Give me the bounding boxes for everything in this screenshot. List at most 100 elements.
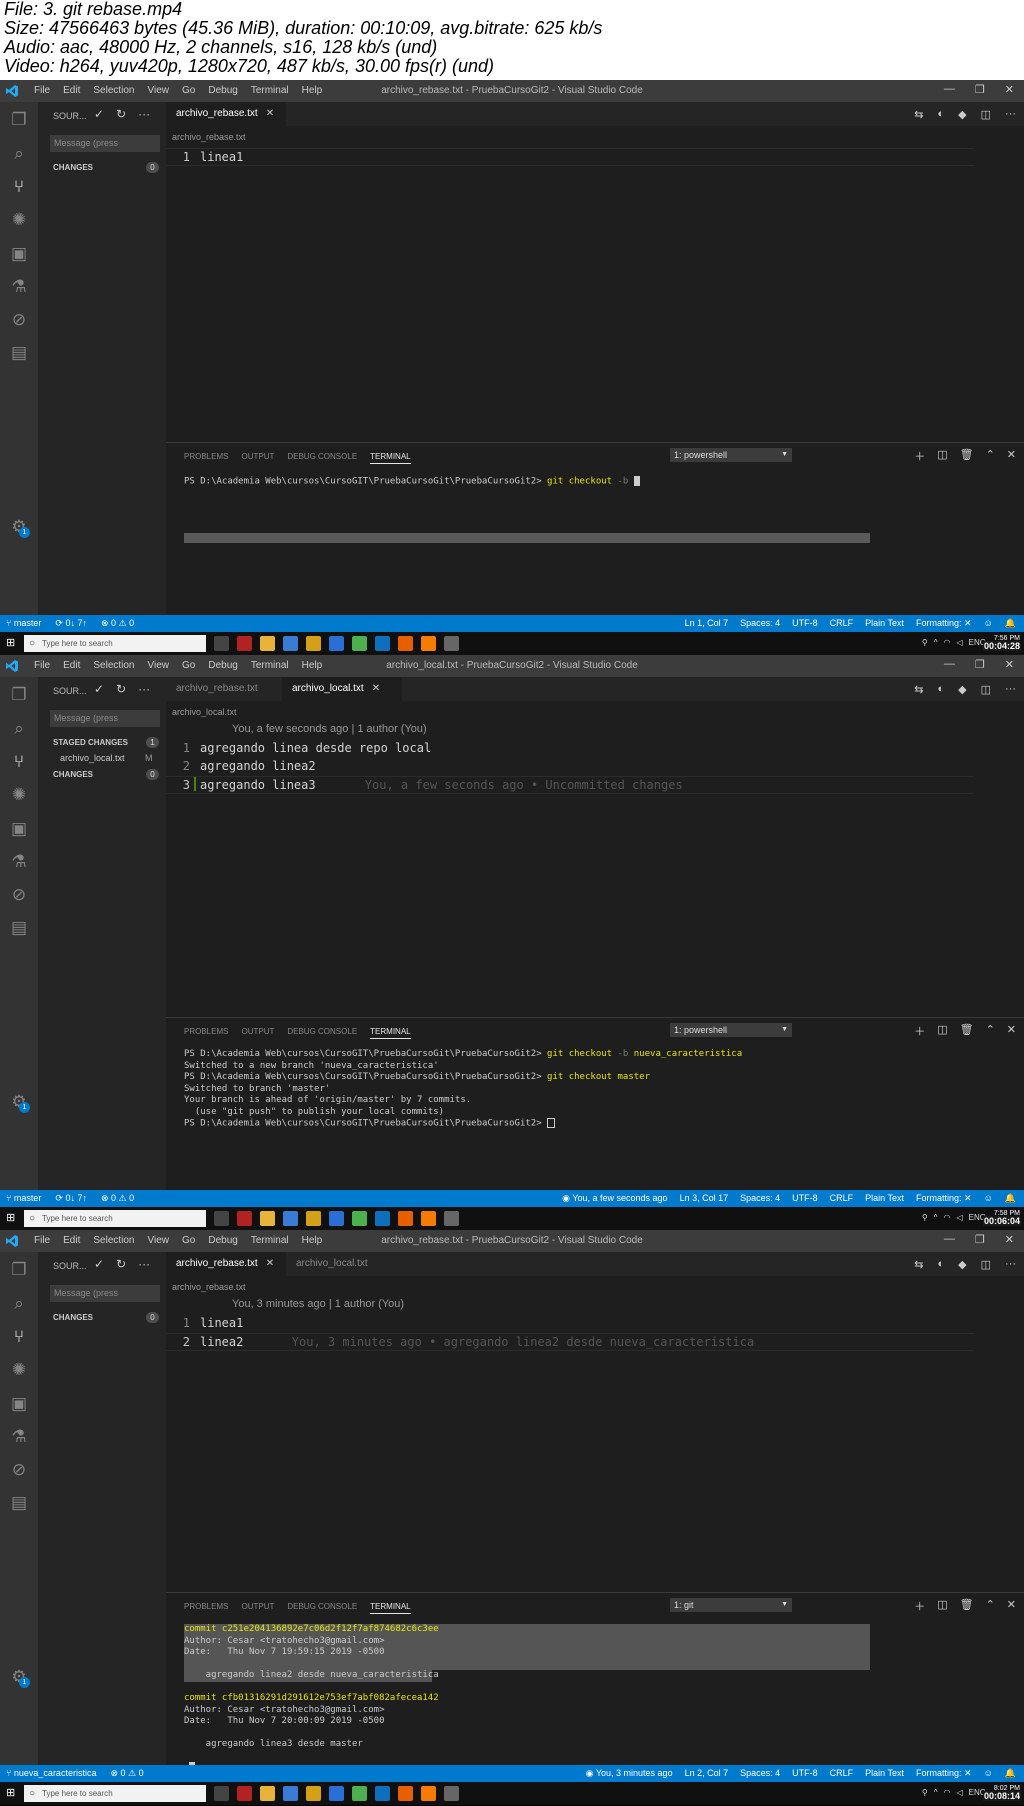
taskbar-search-input[interactable]: ○ Type here to search xyxy=(24,1210,206,1227)
chrome-icon[interactable] xyxy=(352,1786,367,1801)
shell-select[interactable]: 1: powershell ▼ xyxy=(670,1023,792,1037)
panel-tab-problems[interactable]: PROBLEMS xyxy=(184,1027,228,1039)
debug-icon[interactable]: ✺ xyxy=(9,210,29,230)
staged-changes-header[interactable]: STAGED CHANGES xyxy=(53,738,128,747)
refresh-icon[interactable]: ↻ xyxy=(116,107,126,121)
filezilla-icon[interactable] xyxy=(237,1786,252,1801)
close-window-icon[interactable]: ✕ xyxy=(1005,83,1014,96)
split-terminal-icon[interactable]: ◫ xyxy=(937,1598,947,1614)
more-icon[interactable]: ··· xyxy=(138,682,150,696)
diff-icon[interactable]: ◆ xyxy=(958,108,966,121)
source-control-icon[interactable]: ⑂ xyxy=(9,177,29,197)
tray-volume-icon[interactable]: ◁ xyxy=(957,638,963,647)
status-encoding[interactable]: UTF-8 xyxy=(792,1765,818,1782)
tray-person-icon[interactable]: ⚲ xyxy=(922,1213,928,1222)
notification-bell-icon[interactable]: 🔔 xyxy=(1005,615,1016,632)
close-tab-icon[interactable]: ✕ xyxy=(372,683,380,694)
vscode-taskbar-icon[interactable] xyxy=(375,636,390,651)
more-actions-icon[interactable]: ··· xyxy=(1005,108,1016,121)
file-explorer-icon[interactable] xyxy=(260,1211,275,1226)
status-branch-item[interactable]: ⑂ master xyxy=(6,615,41,632)
more-actions-icon[interactable]: ··· xyxy=(1005,683,1016,696)
panel-tab-debug-console[interactable]: DEBUG CONSOLE xyxy=(287,452,357,464)
compare-icon[interactable]: ⇆ xyxy=(914,683,923,696)
source-control-icon[interactable]: ⑂ xyxy=(9,752,29,772)
status-blame[interactable]: ◉ You, a few seconds ago xyxy=(562,1190,667,1207)
status-language[interactable]: Plain Text xyxy=(865,615,904,632)
task-view-icon[interactable] xyxy=(214,1786,229,1801)
test-icon[interactable]: ⚗ xyxy=(9,852,29,872)
vlc-icon[interactable] xyxy=(421,1786,436,1801)
terminal-scrollbar[interactable] xyxy=(184,533,870,543)
file-explorer-icon[interactable] xyxy=(260,1786,275,1801)
status-spaces[interactable]: Spaces: 4 xyxy=(740,1190,780,1207)
status-problems[interactable]: ⊗ 0 ⚠ 0 xyxy=(110,1765,143,1782)
changes-header[interactable]: CHANGES xyxy=(53,770,93,779)
status-branch[interactable]: nueva_caracteristica xyxy=(14,1768,97,1778)
git-history-icon[interactable]: ⊘ xyxy=(9,310,29,330)
staged-file-item[interactable]: archivo_local.txt M xyxy=(60,753,153,763)
panel-tab-terminal[interactable]: TERMINAL xyxy=(370,1602,411,1614)
vlc-icon[interactable] xyxy=(421,1211,436,1226)
editor-tab[interactable]: archivo_rebase.txt xyxy=(166,677,282,701)
trash-icon[interactable]: 🗑 xyxy=(960,1023,974,1039)
panel-tab-terminal[interactable]: TERMINAL xyxy=(370,452,411,464)
smiley-feedback-icon[interactable]: ☺ xyxy=(984,1765,993,1782)
panel-tab-debug-console[interactable]: DEBUG CONSOLE xyxy=(287,1602,357,1614)
taskbar-search-input[interactable]: ○ Type here to search xyxy=(24,635,206,652)
windows-start-icon[interactable]: ⊞ xyxy=(6,637,18,649)
file-explorer-icon[interactable] xyxy=(260,636,275,651)
panel-tab-output[interactable]: OUTPUT xyxy=(241,1027,274,1039)
status-branch-item[interactable]: ⑂ nueva_caracteristica xyxy=(6,1765,96,1782)
photos-icon[interactable] xyxy=(329,1786,344,1801)
git-lens-icon[interactable]: ◐ xyxy=(937,108,944,121)
status-formatting[interactable]: Formatting: ✕ xyxy=(916,1190,972,1207)
new-terminal-icon[interactable]: ＋ xyxy=(914,448,925,464)
status-sync[interactable]: ⟳ 0↓ 7↑ xyxy=(55,1190,87,1207)
breadcrumb[interactable]: archivo_rebase.txt xyxy=(172,1282,246,1292)
obs-icon[interactable] xyxy=(444,1786,459,1801)
tray-volume-icon[interactable]: ◁ xyxy=(957,1788,963,1797)
git-history-icon[interactable]: ⊘ xyxy=(9,885,29,905)
taskbar-search-input[interactable]: ○ Type here to search xyxy=(24,1785,206,1802)
editor-tab[interactable]: archivo_rebase.txt ✕ xyxy=(166,102,286,126)
split-editor-icon[interactable]: ◫ xyxy=(981,108,991,121)
photos-icon[interactable] xyxy=(329,1211,344,1226)
code-line[interactable]: 1 agregando linea desde repo local xyxy=(166,740,974,756)
tray-chevron-icon[interactable]: ^ xyxy=(934,638,938,647)
status-eol[interactable]: CRLF xyxy=(830,615,854,632)
more-actions-icon[interactable]: ··· xyxy=(1005,1258,1016,1271)
notebook-icon[interactable]: ▤ xyxy=(9,1493,29,1513)
tray-volume-icon[interactable]: ◁ xyxy=(957,1213,963,1222)
split-editor-icon[interactable]: ◫ xyxy=(981,683,991,696)
git-lens-icon[interactable]: ◐ xyxy=(937,1258,944,1271)
code-line[interactable]: 1 linea1 xyxy=(166,148,974,166)
extensions-icon[interactable]: ▣ xyxy=(9,819,29,839)
minimize-icon[interactable]: — xyxy=(944,83,955,96)
trash-icon[interactable]: 🗑 xyxy=(960,1598,974,1614)
debug-icon[interactable]: ✺ xyxy=(9,785,29,805)
code-line[interactable]: 2 linea2 You, 3 minutes ago • agregando li… xyxy=(166,1333,974,1351)
code-line[interactable]: 3 agregando linea3 You, a few seconds ago … xyxy=(166,776,974,794)
panel-tab-output[interactable]: OUTPUT xyxy=(241,452,274,464)
panel-tab-output[interactable]: OUTPUT xyxy=(241,1602,274,1614)
status-problems[interactable]: ⊗ 0 ⚠ 0 xyxy=(101,1190,134,1207)
firefox-icon[interactable] xyxy=(398,1211,413,1226)
restore-icon[interactable]: ❐ xyxy=(975,83,985,96)
commit-check-icon[interactable]: ✓ xyxy=(94,1257,104,1271)
split-terminal-icon[interactable]: ◫ xyxy=(937,448,947,464)
store-icon[interactable] xyxy=(283,636,298,651)
explorer-icon[interactable]: ❐ xyxy=(9,1260,29,1280)
task-view-icon[interactable] xyxy=(214,636,229,651)
commit-check-icon[interactable]: ✓ xyxy=(94,107,104,121)
sublime-icon[interactable] xyxy=(306,636,321,651)
obs-icon[interactable] xyxy=(444,1211,459,1226)
commit-message-input[interactable]: Message (press xyxy=(50,710,160,727)
status-problems[interactable]: ⊗ 0 ⚠ 0 xyxy=(101,615,134,632)
obs-icon[interactable] xyxy=(444,636,459,651)
notification-bell-icon[interactable]: 🔔 xyxy=(1005,1190,1016,1207)
status-position[interactable]: Ln 3, Col 17 xyxy=(680,1190,729,1207)
status-language[interactable]: Plain Text xyxy=(865,1190,904,1207)
restore-icon[interactable]: ❐ xyxy=(975,1233,985,1246)
commit-message-input[interactable]: Message (press xyxy=(50,1285,160,1302)
